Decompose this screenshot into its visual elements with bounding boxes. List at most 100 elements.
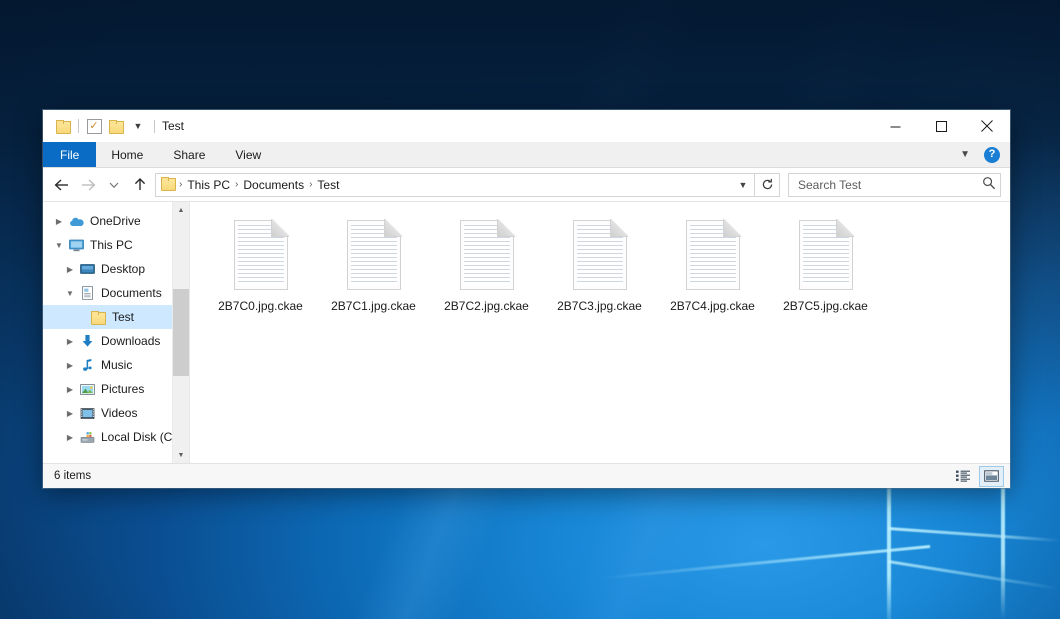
generic-document-icon [234,220,288,290]
sidebar-item-videos[interactable]: ▶ Videos [43,401,189,425]
sidebar-item-onedrive[interactable]: ▶ OneDrive [43,209,189,233]
document-icon [78,286,96,300]
qat-new-folder-button[interactable] [105,115,127,137]
tab-home-label: Home [111,148,143,162]
sidebar-item-label: Documents [101,286,162,300]
qat-folder-button[interactable] [52,115,74,137]
title-bar: ✓ ▼ Test [43,110,1010,142]
expand-ribbon-chevron-down-icon[interactable]: ▼ [952,149,978,160]
breadcrumb[interactable]: › This PC › Documents › Test ▼ [155,173,755,197]
search-box[interactable] [788,173,1001,197]
sidebar-item-desktop[interactable]: ▶ Desktop [43,257,189,281]
scrollbar-thumb[interactable] [173,289,189,376]
status-bar: 6 items [43,463,1010,488]
breadcrumb-folder-icon [161,177,175,192]
forward-button[interactable] [75,172,101,198]
picture-icon [78,383,96,396]
back-button[interactable] [49,172,75,198]
tab-home[interactable]: Home [96,142,158,167]
details-view-button[interactable] [951,466,976,487]
up-button[interactable] [127,172,153,198]
minimize-button[interactable] [872,110,918,142]
refresh-button[interactable] [755,173,780,197]
folder-icon [56,120,70,132]
tab-file-label: File [60,148,79,162]
view-mode-buttons [951,466,1004,487]
scroll-down-arrow-icon[interactable]: ▼ [173,447,189,463]
file-name-label: 2B7C4.jpg.ckae [670,299,755,313]
chevron-right-icon[interactable]: ▶ [62,361,78,370]
large-icons-view-button[interactable] [979,466,1004,487]
breadcrumb-chevron-down-icon[interactable]: ▼ [734,180,752,190]
file-name-label: 2B7C0.jpg.ckae [218,299,303,313]
sidebar-item-label: Downloads [101,334,160,348]
sidebar-item-pictures[interactable]: ▶ Pictures [43,377,189,401]
quick-access-toolbar: ✓ ▼ Test [43,115,184,137]
sidebar-item-documents[interactable]: ▼ Documents [43,281,189,305]
maximize-button[interactable] [918,110,964,142]
search-input[interactable] [796,177,982,193]
recent-locations-button[interactable] [101,172,127,198]
file-name-label: 2B7C1.jpg.ckae [331,299,416,313]
chevron-right-icon[interactable]: ▶ [62,385,78,394]
close-button[interactable] [964,110,1010,142]
address-bar: › This PC › Documents › Test ▼ [43,168,1010,201]
sidebar-item-local-disk-c[interactable]: ▶ Local Disk (C:) [43,425,189,449]
folder-icon [89,311,107,323]
search-icon[interactable] [982,176,996,193]
qat-divider-2 [154,120,155,133]
desktop-background: ✓ ▼ Test [0,0,1060,619]
music-note-icon [78,358,96,372]
checkmark-icon: ✓ [87,119,102,134]
chevron-right-icon[interactable]: ▶ [51,217,67,226]
chevron-right-icon[interactable]: ▶ [62,337,78,346]
ribbon-tab-bar: File Home Share View ▼ ? [43,142,1010,168]
file-name-label: 2B7C2.jpg.ckae [444,299,529,313]
generic-document-icon [347,220,401,290]
qat-properties-button[interactable]: ✓ [83,115,105,137]
sidebar-item-music[interactable]: ▶ Music [43,353,189,377]
file-item[interactable]: 2B7C3.jpg.ckae [543,216,656,313]
sidebar-item-label: OneDrive [90,214,141,228]
chevron-right-icon[interactable]: ▶ [62,265,78,274]
breadcrumb-item-test[interactable]: Test [313,178,343,192]
tab-share-label: Share [173,148,205,162]
scroll-up-arrow-icon[interactable]: ▲ [173,202,189,218]
file-explorer-window: ✓ ▼ Test [43,110,1010,488]
sidebar-item-label: Pictures [101,382,144,396]
file-list-view[interactable]: 2B7C0.jpg.ckae 2B7C1.jpg.ckae 2B7C2.jpg.… [189,202,1010,463]
file-item[interactable]: 2B7C4.jpg.ckae [656,216,769,313]
disk-drive-icon [78,431,96,444]
new-folder-icon [109,120,123,132]
chevron-right-icon[interactable]: ▶ [62,433,78,442]
sidebar-item-downloads[interactable]: ▶ Downloads [43,329,189,353]
sidebar-item-label: Videos [101,406,137,420]
qat-customize-button[interactable]: ▼ [127,115,149,137]
file-item[interactable]: 2B7C2.jpg.ckae [430,216,543,313]
sidebar-item-label: Local Disk (C:) [101,430,180,444]
chevron-down-icon: ▼ [134,122,143,131]
generic-document-icon [460,220,514,290]
file-item[interactable]: 2B7C0.jpg.ckae [204,216,317,313]
ribbon-right-controls: ▼ ? [952,142,1006,167]
help-icon[interactable]: ? [984,147,1000,163]
sidebar-item-this-pc[interactable]: ▼ This PC [43,233,189,257]
sidebar-item-test[interactable]: Test [43,305,189,329]
window-controls [872,110,1010,142]
sidebar-item-label: Music [101,358,132,372]
file-item[interactable]: 2B7C1.jpg.ckae [317,216,430,313]
chevron-right-icon[interactable]: ▶ [62,409,78,418]
tab-view-label: View [235,148,261,162]
breadcrumb-item-this-pc[interactable]: This PC [183,178,234,192]
tab-view[interactable]: View [220,142,276,167]
monitor-icon [67,239,85,252]
scrollbar-track[interactable] [173,218,189,447]
file-item[interactable]: 2B7C5.jpg.ckae [769,216,882,313]
tab-file[interactable]: File [43,142,96,167]
chevron-down-icon[interactable]: ▼ [51,241,67,250]
navigation-pane-scrollbar[interactable]: ▲ ▼ [172,202,189,463]
tab-share[interactable]: Share [158,142,220,167]
breadcrumb-item-documents[interactable]: Documents [239,178,308,192]
chevron-down-icon[interactable]: ▼ [62,289,78,298]
desktop-icon [78,263,96,276]
